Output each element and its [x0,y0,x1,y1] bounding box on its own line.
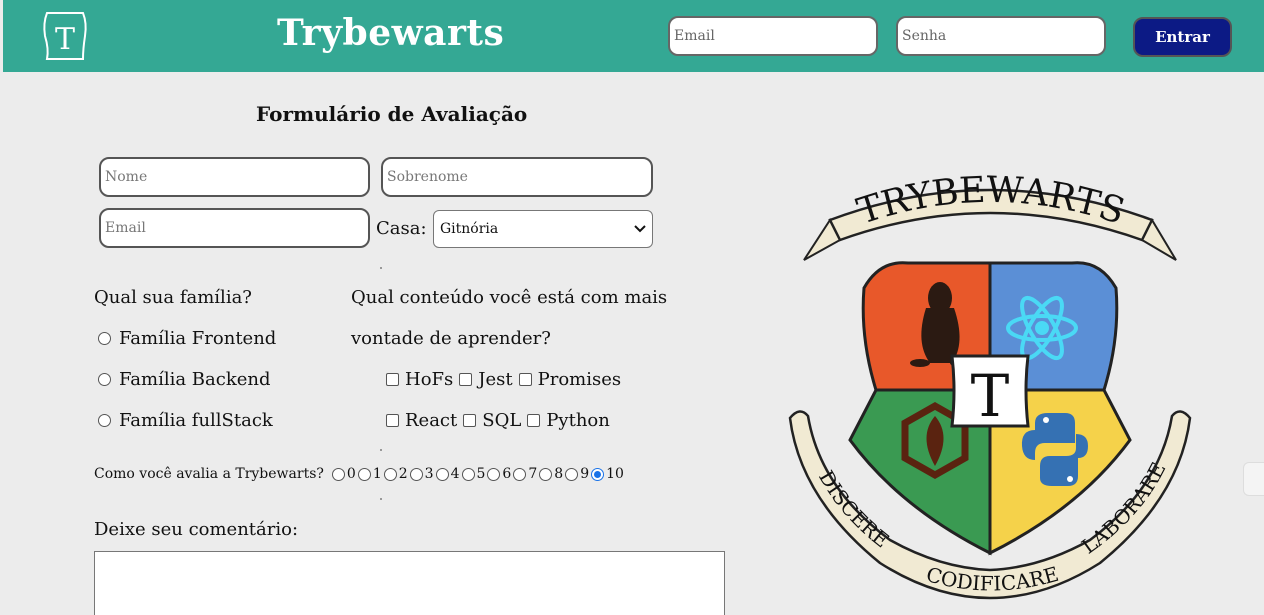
rating-options: 0 1 2 3 4 5 6 7 8 9 10 [331,466,626,482]
top-banner: TRYBEWARTS [803,170,1177,261]
family-option-backend[interactable]: Família Backend [98,369,271,390]
checkbox[interactable] [459,373,473,386]
rating-radio[interactable] [409,467,423,481]
content-option-python[interactable]: Python [527,410,610,431]
rating-radio[interactable] [487,467,501,481]
rating-option[interactable]: 0 [331,466,356,482]
email-input[interactable] [99,208,370,248]
family-option-fullstack[interactable]: Família fullStack [98,410,273,431]
rating-option[interactable]: 3 [409,466,434,482]
family-label: Família fullStack [119,410,273,431]
checkbox[interactable] [463,414,477,427]
content-label: Promises [537,369,622,390]
comment-textarea[interactable] [94,551,725,615]
crest-center-letter: T [971,362,1010,430]
rating-radio[interactable] [565,467,579,481]
header-password-input[interactable] [896,16,1106,56]
family-question: Qual sua família? [94,287,252,308]
rating-option[interactable]: 10 [591,466,624,482]
content-option-hofs[interactable]: HoFs [386,369,453,390]
radio-button[interactable] [98,332,111,345]
crest-shield: T [848,261,1132,556]
content-option-jest[interactable]: Jest [459,369,513,390]
rating-value: 4 [450,466,460,482]
content-option-promises[interactable]: Promises [518,369,622,390]
chevron-down-icon [634,225,646,233]
content-row-1: HoFs Jest Promises [386,369,627,390]
content-label: HoFs [405,369,454,390]
content-question-line1: Qual conteúdo você está com mais [351,287,668,308]
rating-radio[interactable] [461,467,475,481]
rating-value: 3 [424,466,434,482]
radio-button[interactable] [98,373,111,386]
rating-option[interactable]: 9 [565,466,589,482]
crest-center-emblem: T [950,354,1030,430]
rating-value: 10 [606,466,624,482]
rating-radio[interactable] [331,467,345,481]
rating-option[interactable]: 8 [539,466,563,482]
comment-label: Deixe seu comentário: [94,519,299,540]
house-selected-value: Gitnória [440,221,499,237]
checkbox[interactable] [527,414,541,427]
house-label: Casa: [376,218,427,239]
rating-radio[interactable] [539,467,553,481]
rating-value: 9 [580,466,590,482]
content-label: Jest [478,369,513,390]
content-question-line2: vontade de aprender? [351,328,551,349]
family-label: Família Frontend [119,328,277,349]
content-option-sql[interactable]: SQL [463,410,521,431]
rating-option[interactable]: 1 [357,466,382,482]
rating-option[interactable]: 4 [435,466,460,482]
family-label: Família Backend [119,369,271,390]
radio-button[interactable] [98,414,111,427]
house-select[interactable]: Gitnória [433,210,653,248]
header-email-input[interactable] [668,16,878,56]
header-bar: T Trybewarts Entrar [3,0,1264,72]
rating-question: Como você avalia a Trybewarts? [94,466,324,482]
divider-dot [380,498,382,500]
trybewarts-crest: TRYBEWARTS T DISCERE CODIFICARE LABORARE [788,170,1192,600]
login-button[interactable]: Entrar [1133,17,1232,57]
checkbox[interactable] [386,414,399,427]
rating-value: 5 [476,466,486,482]
rating-value: 0 [346,466,356,482]
lastname-input[interactable] [381,157,653,197]
rating-option[interactable]: 6 [487,466,511,482]
content-option-react[interactable]: React [386,410,457,431]
trybewarts-logo-icon[interactable]: T [39,9,91,63]
rating-value: 7 [528,466,538,482]
divider-dot [380,449,382,451]
rating-option[interactable]: 7 [513,466,537,482]
side-panel-toggle[interactable] [1243,462,1264,496]
rating-option[interactable]: 2 [383,466,408,482]
rating-radio[interactable] [591,467,605,481]
rating-value: 6 [502,466,512,482]
checkbox[interactable] [518,373,532,386]
rating-radio[interactable] [357,467,371,481]
checkbox[interactable] [386,373,399,386]
family-option-frontend[interactable]: Família Frontend [98,328,276,349]
rating-row: Como você avalia a Trybewarts? 012345678… [94,466,626,482]
divider-dot [380,267,382,269]
content-label: Python [546,410,610,431]
crest-top-text: TRYBEWARTS [852,170,1129,233]
rating-radio[interactable] [513,467,527,481]
rating-value: 2 [398,466,408,482]
rating-option[interactable]: 5 [461,466,486,482]
rating-radio[interactable] [435,467,449,481]
logo-letter: T [55,22,75,57]
brand-title: Trybewarts [277,12,505,54]
rating-radio[interactable] [383,467,397,481]
name-input[interactable] [99,157,370,197]
rating-value: 1 [372,466,382,482]
content-row-2: React SQL Python [386,410,616,431]
content-label: React [405,410,458,431]
form-title: Formulário de Avaliação [256,102,528,126]
content-label: SQL [482,410,522,431]
rating-value: 8 [554,466,564,482]
